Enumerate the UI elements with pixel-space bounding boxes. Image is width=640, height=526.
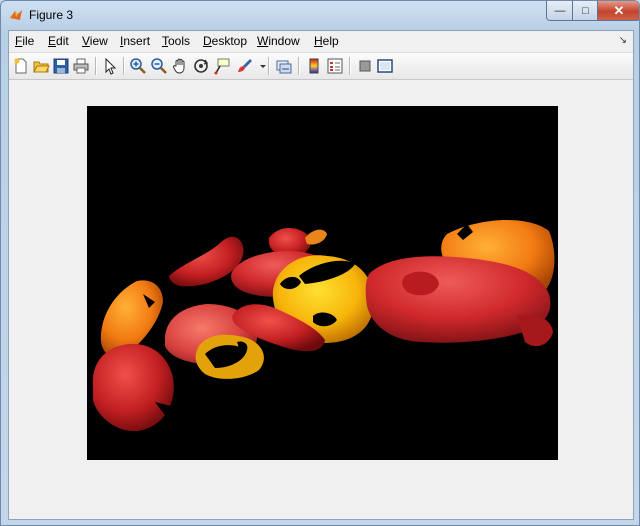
maximize-icon: □	[582, 4, 589, 17]
rotate-3d-icon[interactable]	[192, 57, 210, 75]
brush-icon[interactable]	[236, 57, 254, 75]
matlab-logo-icon	[10, 10, 22, 20]
print-icon[interactable]	[72, 57, 90, 75]
window-title: Figure 3	[29, 8, 74, 22]
toolbar-separator	[349, 57, 351, 75]
dock-figure-icon[interactable]: ↘	[619, 35, 627, 46]
save-icon[interactable]	[52, 57, 70, 75]
title-bar[interactable]: Figure 3 — □ ✕	[1, 1, 639, 29]
show-plot-tools-icon[interactable]	[376, 57, 394, 75]
insert-legend-icon[interactable]	[326, 57, 344, 75]
menu-help[interactable]: Help	[314, 34, 339, 48]
segmented-peppers-image	[92, 219, 555, 432]
toolbar-separator	[268, 57, 270, 75]
figure-window: Figure 3 — □ ✕ File Edit View Insert Too…	[0, 0, 640, 526]
close-icon: ✕	[613, 2, 625, 18]
menu-bar: File Edit View Insert Tools Desktop Wind…	[9, 31, 633, 51]
menu-window[interactable]: Window	[257, 34, 300, 48]
figure-client: File Edit View Insert Tools Desktop Wind…	[8, 30, 634, 520]
zoom-out-icon[interactable]	[150, 57, 168, 75]
menu-view[interactable]: View	[82, 34, 108, 48]
close-button[interactable]: ✕	[597, 1, 639, 21]
menu-file[interactable]: File	[15, 34, 34, 48]
brush-dropdown-icon[interactable]	[254, 57, 266, 75]
menu-edit[interactable]: Edit	[48, 34, 69, 48]
data-cursor-icon[interactable]	[213, 57, 231, 75]
toolbar-separator	[95, 57, 97, 75]
maximize-button[interactable]: □	[572, 1, 599, 21]
edit-plot-arrow-icon[interactable]	[101, 57, 119, 75]
figure-canvas	[9, 80, 633, 519]
toolbar-separator	[123, 57, 125, 75]
figure-toolbar	[9, 52, 633, 80]
link-plot-icon[interactable]	[275, 57, 293, 75]
pan-hand-icon[interactable]	[171, 57, 189, 75]
minimize-button[interactable]: —	[546, 1, 574, 21]
minimize-icon: —	[554, 4, 566, 17]
menu-insert[interactable]: Insert	[120, 34, 150, 48]
toolbar-separator	[298, 57, 300, 75]
menu-desktop[interactable]: Desktop	[203, 34, 247, 48]
insert-colorbar-icon[interactable]	[305, 57, 323, 75]
image-axes[interactable]	[87, 106, 558, 460]
hide-plot-tools-icon[interactable]	[356, 57, 374, 75]
zoom-in-icon[interactable]	[129, 57, 147, 75]
new-figure-icon[interactable]	[12, 57, 30, 75]
open-file-icon[interactable]	[32, 57, 50, 75]
menu-tools[interactable]: Tools	[162, 34, 190, 48]
